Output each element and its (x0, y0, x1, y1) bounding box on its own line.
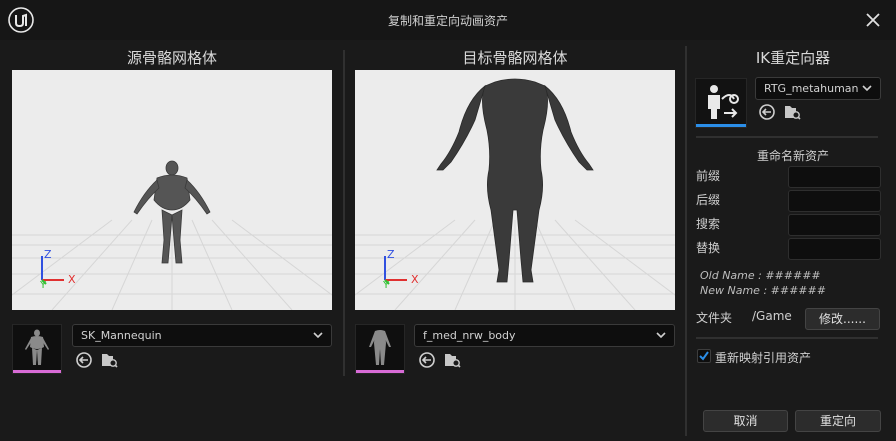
axis-x-label: X (411, 273, 419, 286)
retarget-person-icon (708, 85, 739, 119)
replace-label: 替换 (696, 241, 721, 255)
ik-retargeter-name: RTG_metahuman (764, 82, 859, 95)
axis-gizmo: Z X Y (382, 248, 419, 288)
window-title: 复制和重定向动画资产 (387, 14, 508, 28)
axis-z-label: Z (44, 248, 52, 261)
browse-asset-icon[interactable] (783, 103, 801, 121)
axis-x-label: X (68, 273, 76, 286)
axis-gizmo: Z X Y (39, 248, 76, 288)
source-heading: 源骨骼网格体 (126, 49, 217, 67)
target-mesh-dropdown[interactable]: f_med_nrw_body (414, 324, 675, 347)
cancel-button[interactable]: 取消 (703, 410, 788, 432)
retarget-button[interactable]: 重定向 (795, 410, 881, 432)
remap-checkbox[interactable] (697, 349, 711, 363)
ik-heading: IK重定向器 (755, 49, 831, 67)
axis-y-label: Y (382, 280, 390, 288)
remap-label: 重新映射引用资产 (715, 351, 812, 365)
section-divider (696, 337, 878, 339)
target-mesh-thumbnail[interactable] (355, 324, 405, 374)
source-mesh-dropdown[interactable]: SK_Mannequin (72, 324, 332, 347)
right-panel-divider (685, 46, 687, 436)
source-mesh-name: SK_Mannequin (81, 329, 162, 342)
section-divider (696, 136, 878, 138)
search-label: 搜索 (696, 217, 721, 231)
axis-y-label: Y (39, 280, 47, 288)
ik-retargeter-thumbnail[interactable] (695, 78, 747, 128)
search-input[interactable] (788, 214, 881, 236)
target-viewport[interactable]: Z X Y (355, 70, 675, 310)
target-mesh-name: f_med_nrw_body (423, 329, 516, 342)
rename-heading: 重命名新资产 (756, 149, 829, 163)
suffix-label: 后缀 (696, 193, 721, 207)
chevron-down-icon (313, 332, 323, 339)
new-name-text: New Name : ###### (700, 284, 826, 297)
ik-retargeter-dropdown[interactable]: RTG_metahuman (755, 77, 881, 100)
target-heading: 目标骨骼网格体 (462, 49, 568, 67)
folder-label: 文件夹 (696, 311, 733, 325)
folder-path: /Game (752, 309, 792, 323)
chevron-down-icon (656, 332, 666, 339)
use-selected-asset-icon[interactable] (418, 351, 436, 369)
panel-divider (343, 50, 345, 376)
replace-input[interactable] (788, 238, 881, 260)
prefix-label: 前缀 (696, 169, 721, 183)
use-selected-asset-icon[interactable] (758, 103, 776, 121)
source-mesh-thumbnail[interactable] (12, 324, 62, 374)
chevron-down-icon (862, 85, 872, 92)
title-bar: 复制和重定向动画资产 (0, 0, 896, 40)
use-selected-asset-icon[interactable] (75, 351, 93, 369)
source-viewport[interactable]: Z X Y (12, 70, 332, 310)
modify-folder-button[interactable]: 修改...... (805, 308, 880, 330)
browse-asset-icon[interactable] (443, 351, 461, 369)
mannequin-thumb-icon (25, 329, 49, 365)
body-thumb-icon (369, 330, 391, 365)
old-name-text: Old Name : ###### (700, 269, 821, 282)
browse-asset-icon[interactable] (100, 351, 118, 369)
checkmark-icon (699, 351, 709, 361)
suffix-input[interactable] (788, 190, 881, 212)
close-icon[interactable] (862, 9, 884, 31)
axis-z-label: Z (387, 248, 395, 261)
prefix-input[interactable] (788, 166, 881, 188)
